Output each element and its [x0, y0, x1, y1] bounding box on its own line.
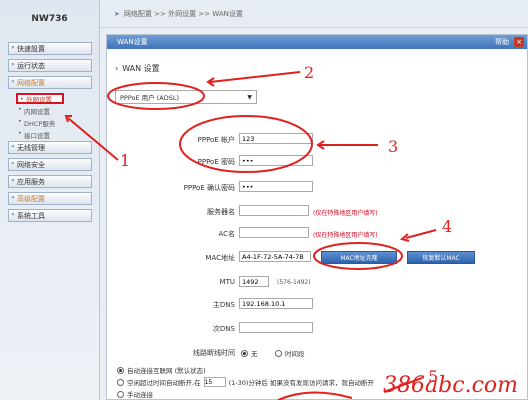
sidebar-subitem-wan[interactable]: 外网设置	[16, 93, 64, 104]
sidebar-menu: 快速設置 运行状态 网络配置 外网设置 内网设置 DHCP服务 接口设置 无线管…	[8, 42, 92, 226]
breadcrumb-home[interactable]: 网络配置	[124, 9, 152, 19]
confirm-row: PPPoE 确认密码	[107, 181, 527, 194]
mac-input[interactable]	[239, 251, 311, 262]
mtu-label: MTU	[219, 278, 235, 286]
radio-icon	[241, 349, 248, 357]
breadcrumb-separator: >>	[154, 9, 166, 18]
tab-wan[interactable]: WAN设置	[117, 37, 148, 47]
mtu-input[interactable]	[239, 276, 269, 287]
sidebar-subitem-port[interactable]: 接口设置	[16, 129, 64, 140]
wan-panel: WAN设置 帮助 × WAN 设置 PPPoE 用户 (ADSL) ▼ PPPo…	[106, 34, 528, 400]
mtu-row: MTU (576-1492)	[107, 276, 527, 289]
timer-period-radio[interactable]: 时间段	[275, 348, 305, 358]
sidebar-item-network[interactable]: 网络配置	[8, 76, 92, 89]
password-row: PPPoE 密码	[107, 155, 527, 168]
idle-connect-suffix: (1-30)分钟后 如果没有发现访问请求，就自动断开	[228, 379, 374, 387]
close-icon[interactable]: ×	[514, 37, 524, 47]
account-input[interactable]	[239, 133, 313, 144]
mac-row: MAC地址 MAC地址克隆 恢复默认MAC	[107, 251, 527, 264]
mtu-hint: (576-1492)	[277, 279, 311, 286]
mac-restore-button[interactable]: 恢复默认MAC	[407, 251, 475, 264]
breadcrumb-separator: >>	[198, 9, 211, 18]
auto-connect-radio[interactable]: 自动连接互联网 (默认状态)	[117, 365, 206, 375]
timer-period-label: 时间段	[285, 350, 305, 358]
dns2-row: 次DNS	[107, 322, 527, 335]
idle-minutes-input[interactable]	[203, 377, 226, 387]
dns2-label: 次DNS	[212, 325, 235, 333]
sidebar-subitem-dhcp[interactable]: DHCP服务	[16, 117, 64, 128]
service-row: 服务器名 (仅在特殊地区用户填写)	[107, 205, 527, 218]
dns2-input[interactable]	[239, 322, 313, 333]
service-hint: (仅在特殊地区用户填写)	[313, 210, 378, 217]
account-row: PPPoE 帐户	[107, 133, 527, 146]
sidebar-item-status[interactable]: 运行状态	[8, 59, 92, 72]
timer-label: 线路断线时间	[193, 349, 235, 357]
radio-icon	[117, 378, 124, 386]
account-label: PPPoE 帐户	[197, 136, 235, 144]
timer-none-label: 无	[251, 350, 258, 358]
manual-connect-radio[interactable]: 手动连接	[117, 389, 153, 399]
ac-label: AC名	[218, 230, 235, 238]
ac-hint: (仅在特殊地区用户填写)	[313, 232, 378, 239]
sidebar: NW736 快速設置 运行状态 网络配置 外网设置 内网设置 DHCP服务 接口…	[0, 0, 100, 400]
logo: NW736	[31, 14, 68, 24]
watermark: 386abc.com	[383, 373, 518, 398]
panel-header: WAN设置 帮助 ×	[107, 35, 527, 49]
breadcrumb: ➤ 网络配置 >> 外网设置 >> WAN设置	[100, 0, 528, 28]
idle-connect-prefix: 空闲超过时间自动断开,在	[127, 379, 201, 387]
service-label: 服务器名	[207, 208, 235, 216]
password-label: PPPoE 密码	[197, 158, 235, 166]
breadcrumb-icon: ➤	[114, 9, 120, 18]
service-input[interactable]	[239, 205, 309, 216]
ac-input[interactable]	[239, 227, 309, 238]
mac-label: MAC地址	[205, 254, 235, 262]
chevron-down-icon: ▼	[247, 94, 252, 101]
section-title: WAN 设置	[115, 63, 159, 74]
ac-row: AC名 (仅在特殊地区用户填写)	[107, 227, 527, 240]
auto-connect-label: 自动连接互联网 (默认状态)	[127, 367, 206, 375]
connection-mode-select[interactable]: PPPoE 用户 (ADSL) ▼	[115, 90, 257, 104]
password-input[interactable]	[239, 155, 313, 166]
radio-icon	[275, 349, 282, 357]
dns1-input[interactable]	[239, 298, 313, 309]
radio-icon	[117, 366, 124, 374]
sidebar-item-security[interactable]: 网络安全	[8, 158, 92, 171]
timer-none-radio[interactable]: 无	[241, 348, 258, 358]
breadcrumb-current: WAN设置	[212, 9, 243, 18]
breadcrumb-mid[interactable]: 外网设置	[168, 9, 196, 19]
mac-clone-button[interactable]: MAC地址克隆	[321, 251, 397, 264]
confirm-label: PPPoE 确认密码	[183, 184, 235, 192]
dns1-label: 主DNS	[212, 301, 235, 309]
connection-mode-value: PPPoE 用户 (ADSL)	[120, 94, 180, 102]
radio-icon	[117, 390, 124, 398]
sidebar-item-apps[interactable]: 应用服务	[8, 175, 92, 188]
help-link[interactable]: 帮助	[495, 37, 509, 47]
sidebar-item-tools[interactable]: 系统工具	[8, 209, 92, 222]
idle-connect-radio[interactable]: 空闲超过时间自动断开,在 (1-30)分钟后 如果没有发现访问请求，就自动断开	[117, 377, 374, 387]
sidebar-subitem-lan[interactable]: 内网设置	[16, 105, 64, 116]
sidebar-item-quick-setup[interactable]: 快速設置	[8, 42, 92, 55]
sidebar-item-wireless[interactable]: 无线管理	[8, 141, 92, 154]
sidebar-item-advanced[interactable]: 高级配置	[8, 192, 92, 205]
dns1-row: 主DNS	[107, 298, 527, 311]
manual-connect-label: 手动连接	[127, 391, 153, 399]
confirm-input[interactable]	[239, 181, 313, 192]
timer-row: 线路断线时间 无 时间段	[107, 346, 527, 359]
